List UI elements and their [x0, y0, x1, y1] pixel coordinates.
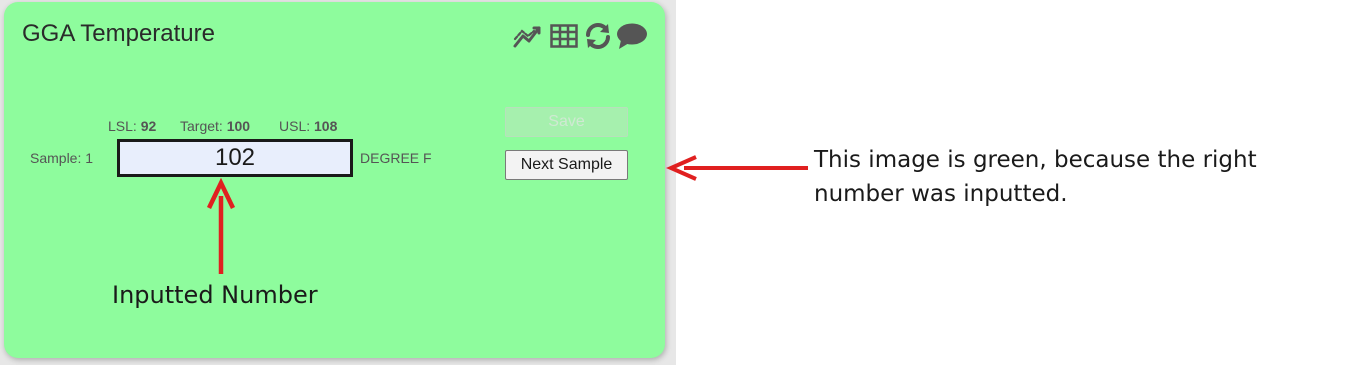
comment-icon[interactable] — [616, 22, 648, 50]
inputted-number-annotation: Inputted Number — [112, 281, 318, 309]
usl-value: 108 — [314, 118, 338, 134]
target-label: Target: — [180, 118, 223, 134]
left-arrow — [666, 155, 808, 181]
green-explanation-annotation: This image is green, because the right n… — [814, 147, 1257, 207]
sample-label: Sample: 1 — [30, 150, 94, 166]
temperature-card: GGA Temperature LSL: 92 Target: 100 USL:… — [4, 2, 665, 358]
next-sample-button[interactable]: Next Sample — [505, 150, 628, 180]
trend-chart-icon[interactable] — [512, 22, 546, 50]
sample-value-input[interactable] — [117, 139, 353, 177]
lsl-spec: LSL: 92 — [108, 118, 156, 134]
save-button[interactable]: Save — [505, 107, 628, 137]
lsl-label: LSL: — [108, 118, 137, 134]
lsl-value: 92 — [140, 118, 157, 134]
card-title: GGA Temperature — [22, 20, 215, 47]
table-icon[interactable] — [550, 24, 578, 48]
unit-label: DEGREE F — [360, 150, 432, 166]
refresh-icon[interactable] — [584, 22, 612, 50]
usl-label: USL: — [279, 118, 311, 134]
target-spec: Target: 100 — [180, 118, 250, 134]
usl-spec: USL: 108 — [279, 118, 337, 134]
card-toolbar — [512, 20, 648, 52]
target-value: 100 — [226, 118, 251, 134]
